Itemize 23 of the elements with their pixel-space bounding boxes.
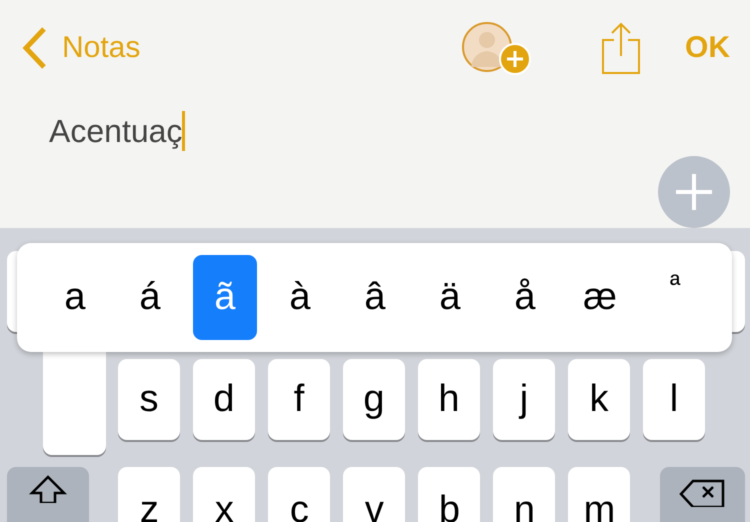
accent-option[interactable]: ª (643, 255, 707, 340)
keyboard-key[interactable]: n (493, 467, 556, 522)
keyboard-key[interactable]: l (643, 359, 705, 440)
keyboard-key[interactable]: d (193, 359, 255, 440)
keyboard-key[interactable]: s (118, 359, 180, 440)
note-text[interactable]: Acentuaç (49, 112, 182, 150)
keyboard-key[interactable]: f (268, 359, 330, 440)
keyboard-key[interactable]: x (193, 467, 256, 522)
keyboard-key[interactable]: g (343, 359, 405, 440)
accent-option[interactable]: â (343, 255, 407, 340)
accent-option[interactable]: ã (193, 255, 257, 340)
accent-option[interactable]: ä (418, 255, 482, 340)
accent-option[interactable]: æ (568, 255, 632, 340)
accent-option[interactable]: a (43, 255, 107, 340)
keyboard-key[interactable]: k (568, 359, 630, 440)
accent-option[interactable]: å (493, 255, 557, 340)
keyboard-key[interactable]: h (418, 359, 480, 440)
keyboard-key[interactable]: m (568, 467, 630, 522)
keyboard-key[interactable]: z (118, 467, 180, 522)
accent-option[interactable]: à (268, 255, 332, 340)
keyboard-key[interactable]: v (343, 467, 406, 522)
keyboard-key[interactable]: j (493, 359, 555, 440)
accent-option[interactable]: á (118, 255, 182, 340)
